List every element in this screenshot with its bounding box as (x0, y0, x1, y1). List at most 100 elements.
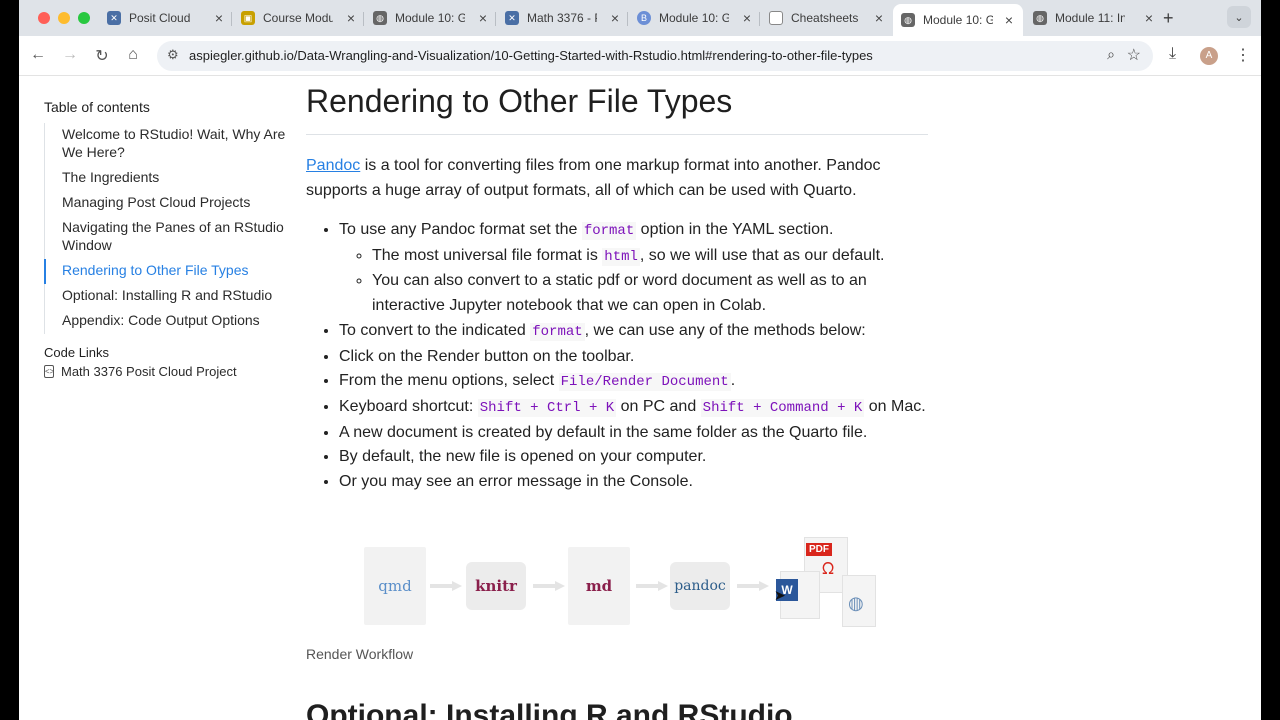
course-icon: ▣ (241, 11, 255, 25)
file-code-icon: <> (44, 365, 55, 378)
globe-icon: ◍ (373, 11, 387, 25)
close-tab-icon[interactable]: × (743, 10, 751, 26)
close-tab-icon[interactable]: × (1005, 12, 1013, 28)
pdf-swirl-icon: ᘯ (822, 561, 835, 578)
close-tab-icon[interactable]: × (479, 10, 487, 26)
close-tab-icon[interactable]: × (215, 10, 223, 26)
tab-title: Module 10: Ge (923, 13, 993, 27)
posit-project-link[interactable]: <> Math 3376 Posit Cloud Project (44, 364, 237, 379)
tab-title: Module 10: Ge (395, 11, 465, 25)
inline-code: html (602, 247, 640, 266)
page-title: Rendering to Other File Types (306, 83, 928, 135)
reload-icon[interactable]: ↻ (92, 46, 112, 66)
site-info-icon[interactable]: ⚙ (167, 47, 179, 63)
zoom-icon[interactable]: ⌕ (1107, 46, 1115, 63)
toc-list: Welcome to RStudio! Wait, Why Are We Her… (44, 123, 294, 334)
arrow-icon (533, 581, 565, 591)
back-icon[interactable]: ← (28, 46, 48, 64)
close-window-button[interactable] (38, 12, 50, 24)
tab-math-3376[interactable]: ✕ Math 3376 - P × (505, 6, 619, 30)
list-item: To use any Pandoc format set the format … (339, 218, 928, 319)
list-item: The most universal file format is html, … (372, 244, 928, 270)
render-workflow-figure: qmd knitr md pandoc PDF ᘯ W ◍ ➤ (364, 535, 924, 635)
close-tab-icon[interactable]: × (611, 10, 619, 26)
inline-code: Shift + Command + K (700, 398, 865, 417)
page-content: Table of contents Welcome to RStudio! Wa… (19, 77, 1261, 720)
toc-item-welcome[interactable]: Welcome to RStudio! Wait, Why Are We Her… (45, 123, 294, 166)
list-item: Keyboard shortcut: Shift + Ctrl + K on P… (339, 395, 928, 421)
menu-icon[interactable]: ⋮ (1235, 45, 1251, 65)
minimize-window-button[interactable] (58, 12, 70, 24)
list-item: Or you may see an error message in the C… (339, 470, 928, 495)
close-tab-icon[interactable]: × (1145, 10, 1153, 26)
main-article: Rendering to Other File Types Pandoc is … (306, 77, 928, 495)
b-icon: B (637, 11, 651, 25)
tab-module-10-a[interactable]: ◍ Module 10: Ge × (373, 6, 487, 30)
tab-title: Module 11: Int (1055, 11, 1125, 25)
download-icon[interactable]: ⤓ (1169, 45, 1176, 63)
tab-module-10-active[interactable]: ◍ Module 10: Ge × (893, 4, 1023, 36)
arrow-icon (737, 581, 769, 591)
close-tab-icon[interactable]: × (875, 10, 883, 26)
tab-title: Cheatsheets - (791, 11, 861, 25)
tab-cheatsheets[interactable]: Cheatsheets - × (769, 6, 883, 30)
globe-icon: ◍ (901, 13, 915, 27)
code-links-title: Code Links (44, 345, 110, 360)
table-of-contents: Table of contents Welcome to RStudio! Wa… (44, 99, 294, 334)
forward-icon[interactable]: → (60, 46, 80, 64)
inline-code: Shift + Ctrl + K (477, 398, 617, 417)
url-text[interactable]: aspiegler.github.io/Data-Wrangling-and-V… (189, 48, 873, 63)
list-item: To convert to the indicated format, we c… (339, 319, 928, 345)
toc-item-navigating-panes[interactable]: Navigating the Panes of an RStudio Windo… (45, 216, 294, 259)
avatar[interactable]: A (1200, 47, 1218, 65)
tab-title: Module 10: Ge (659, 11, 729, 25)
figure-caption: Render Workflow (306, 646, 414, 662)
tab-search-button[interactable]: ⌄ (1227, 6, 1251, 28)
bullet-list: To use any Pandoc format set the format … (306, 218, 928, 495)
code-links: Code Links <> Math 3376 Posit Cloud Proj… (44, 345, 237, 379)
toc-item-rendering[interactable]: Rendering to Other File Types (44, 259, 294, 284)
tab-module-10-b[interactable]: B Module 10: Ge × (637, 6, 751, 30)
qmd-doc: qmd (364, 547, 426, 625)
toc-item-installing[interactable]: Optional: Installing R and RStudio (45, 284, 294, 309)
posit-icon: ✕ (505, 11, 519, 25)
mouse-cursor-icon: ➤ (774, 587, 786, 603)
bookmark-star-icon[interactable]: ☆ (1127, 45, 1141, 65)
list-item: Click on the Render button on the toolba… (339, 345, 928, 370)
globe-icon: ◍ (848, 593, 864, 613)
section-heading-next: Optional: Installing R and RStudio (306, 699, 793, 720)
md-doc: md (568, 547, 630, 625)
intro-paragraph: Pandoc is a tool for converting files fr… (306, 153, 928, 203)
tab-course-modules[interactable]: ▣ Course Modul × (241, 6, 355, 30)
tab-title: Course Modul (263, 11, 333, 25)
tab-strip: ✕ Posit Cloud × ▣ Course Modul × ◍ Modul… (19, 0, 1261, 36)
toc-item-appendix[interactable]: Appendix: Code Output Options (45, 309, 294, 334)
maximize-window-button[interactable] (78, 12, 90, 24)
tab-posit-cloud[interactable]: ✕ Posit Cloud × (107, 6, 223, 30)
close-tab-icon[interactable]: × (347, 10, 355, 26)
address-bar[interactable]: ⚙ aspiegler.github.io/Data-Wrangling-and… (157, 41, 1153, 71)
list-item: From the menu options, select File/Rende… (339, 369, 928, 395)
pandoc-step: pandoc (670, 562, 730, 610)
browser-window: ✕ Posit Cloud × ▣ Course Modul × ◍ Modul… (19, 0, 1261, 720)
new-tab-button[interactable]: + (1163, 6, 1174, 30)
posit-project-link-label[interactable]: Math 3376 Posit Cloud Project (61, 364, 237, 379)
inline-code: format (581, 222, 637, 240)
cheatsheet-icon (769, 11, 783, 25)
home-icon[interactable]: ⌂ (123, 46, 143, 64)
pdf-label: PDF (806, 543, 832, 556)
knitr-step: knitr (466, 562, 526, 610)
inline-code: File/Render Document (558, 373, 731, 392)
list-item: A new document is created by default in … (339, 421, 928, 446)
globe-icon: ◍ (1033, 11, 1047, 25)
tab-title: Posit Cloud (129, 11, 191, 25)
tab-title: Math 3376 - P (527, 11, 597, 25)
toc-item-managing-projects[interactable]: Managing Post Cloud Projects (45, 191, 294, 216)
tab-module-11[interactable]: ◍ Module 11: Int × (1033, 6, 1153, 30)
inline-code: format (530, 322, 585, 341)
arrow-icon (636, 581, 668, 591)
toc-item-ingredients[interactable]: The Ingredients (45, 166, 294, 191)
pandoc-link[interactable]: Pandoc (306, 157, 360, 174)
sub-list: The most universal file format is html, … (339, 244, 928, 319)
list-item: By default, the new file is opened on yo… (339, 445, 928, 470)
